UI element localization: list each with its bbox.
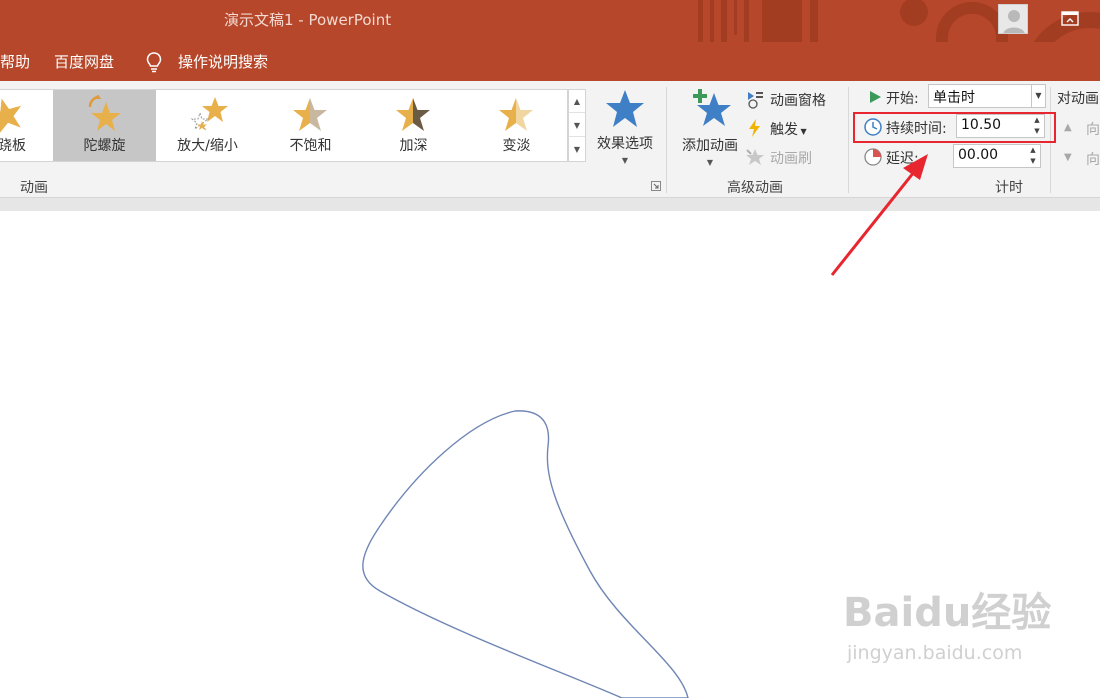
baidu-watermark-logo: Baidu经验 jingyan.baidu.com (843, 580, 1051, 675)
triangle-up-icon: ▲ (1064, 122, 1072, 133)
gallery-item-spin[interactable]: 陀螺旋 (53, 90, 156, 161)
chevron-down-icon: ▼ (621, 156, 629, 165)
gallery-item-desaturate[interactable]: 不饱和 (259, 90, 362, 161)
delay-input[interactable]: 00.00 ▲ ▼ (953, 144, 1041, 168)
chevron-down-icon[interactable]: ▼ (1031, 85, 1045, 107)
tab-help[interactable]: 帮助 (0, 51, 30, 72)
play-icon (870, 91, 881, 103)
star-seesaw-icon (0, 98, 22, 134)
tab-baidu-pan[interactable]: 百度网盘 (54, 51, 114, 72)
gallery-label: 不饱和 (289, 138, 332, 154)
effect-options-label: 效果选项 (597, 136, 653, 152)
animation-painter-label: 动画刷 (770, 151, 812, 167)
gallery-scroll-down[interactable]: ▼ (569, 114, 585, 137)
gallery-item-grow-shrink[interactable]: 放大/缩小 (156, 90, 259, 161)
star-spin-icon (88, 95, 121, 131)
ribbon-display-options-button[interactable] (1058, 8, 1082, 30)
move-earlier-button[interactable]: ▲ 向 (1064, 118, 1100, 140)
delay-value: 00.00 (958, 147, 999, 163)
separator (666, 87, 667, 193)
user-icon (1003, 10, 1025, 33)
gallery-label: 加深 (399, 138, 428, 154)
animation-pane-icon (748, 92, 763, 109)
trigger-label: 触发 ▼ (770, 122, 807, 138)
dialog-launcher-icon[interactable] (651, 181, 661, 191)
add-animation-label: 添加动画 (682, 138, 738, 154)
title-bar: 演示文稿1 - PowerPoint (0, 0, 1100, 42)
triangle-down-icon: ▼ (1064, 152, 1072, 163)
move-later-button[interactable]: ▼ 向 (1064, 148, 1100, 170)
move-earlier-label: 向 (1086, 122, 1100, 138)
star-blue-icon (606, 90, 644, 127)
group-label-timing: 计时 (995, 180, 1023, 196)
delay-spinner[interactable]: ▲ ▼ (1026, 145, 1040, 167)
lightbulb-icon[interactable] (145, 51, 163, 73)
gallery-label: 变淡 (502, 138, 531, 154)
chevron-down-icon: ▼ (706, 158, 714, 167)
reorder-label: 对动画 (1057, 91, 1099, 107)
start-dropdown[interactable]: 单击时 ▼ (928, 84, 1046, 108)
start-value: 单击时 (933, 90, 975, 106)
star-grow-shrink-icon (190, 97, 228, 131)
star-lighten-icon (499, 98, 533, 131)
delay-label: 延迟: (886, 151, 919, 167)
gallery-scroll-up[interactable]: ▲ (569, 90, 585, 113)
tell-me-search[interactable]: 操作说明搜索 (178, 51, 268, 72)
animation-gallery: 跷板 陀螺旋 放大/缩小 不饱和 加深 变淡 (0, 89, 568, 162)
add-animation-button[interactable]: 添加动画 ▼ (676, 87, 744, 167)
animation-pane-label: 动画窗格 (770, 93, 826, 109)
ribbon-display-icon (1061, 11, 1079, 26)
watermark-url: jingyan.baidu.com (847, 642, 1023, 664)
add-animation-icon (693, 89, 731, 126)
watermark-main: Baidu经验 (843, 590, 1052, 636)
gallery-item-darken[interactable]: 加深 (362, 90, 465, 161)
gallery-scroll: ▲ ▼ ▼ (568, 89, 586, 162)
gallery-item-lighten[interactable]: 变淡 (465, 90, 567, 161)
start-label: 开始: (886, 91, 919, 107)
gallery-item-seesaw[interactable]: 跷板 (0, 90, 50, 161)
canvas-top-strip (0, 198, 1100, 211)
title-decoration (698, 0, 1100, 42)
group-label-advanced: 高级动画 (727, 180, 783, 196)
star-darken-icon (396, 98, 430, 131)
star-desaturate-icon (293, 98, 327, 131)
separator (848, 87, 849, 193)
gallery-label: 放大/缩小 (177, 138, 238, 154)
lightning-icon (749, 119, 760, 137)
gallery-more-button[interactable]: ▼ (569, 138, 585, 161)
duration-highlight-box (853, 112, 1056, 143)
gallery-label: 跷板 (0, 138, 26, 154)
animation-painter-icon (746, 149, 764, 165)
menu-bar: 帮助 百度网盘 操作说明搜索 (0, 42, 1100, 81)
gallery-label: 陀螺旋 (83, 138, 126, 154)
window-title: 演示文稿1 - PowerPoint (224, 11, 392, 29)
move-later-label: 向 (1086, 152, 1100, 168)
user-avatar[interactable] (998, 4, 1028, 34)
effect-options-button[interactable]: 效果选项 ▼ (592, 89, 658, 165)
delay-clock-icon (864, 148, 882, 166)
group-label-animation: 动画 (20, 180, 48, 196)
